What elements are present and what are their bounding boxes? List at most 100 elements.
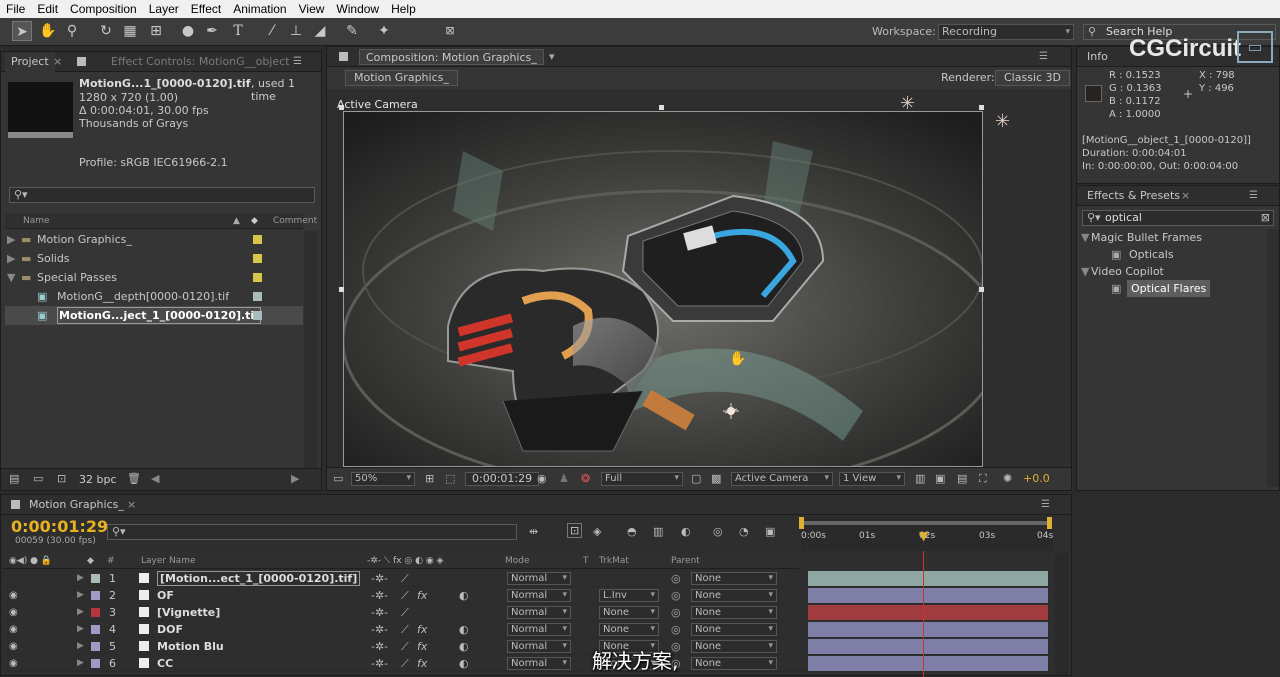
layer-row[interactable]: ◉ ▶ 3 [Vignette] -✲- ⟋ Normal None ◎ None (3, 604, 1053, 621)
motion-blur-icon[interactable]: ◐ (681, 525, 691, 538)
parent-dropdown[interactable]: None (691, 606, 777, 619)
comp-flowchart-icon[interactable]: ▣ (765, 525, 775, 538)
quality-switch-icon[interactable]: ⟋ (401, 604, 409, 621)
shy-switch-icon[interactable]: -✲- (371, 621, 388, 638)
exposure-value[interactable]: +0.0 (1023, 472, 1050, 485)
layer-duration-bar[interactable] (808, 571, 1048, 586)
lock-icon[interactable] (77, 57, 86, 66)
fx-switch-icon[interactable]: fx (417, 655, 427, 672)
mask-shape-tool-icon[interactable]: ● (178, 21, 198, 41)
safe-zones-icon[interactable]: ⊞ (425, 472, 434, 485)
mode-dropdown[interactable]: Normal (507, 572, 571, 585)
eye-icon[interactable]: ◉ (9, 604, 18, 621)
region-of-interest-icon[interactable]: ▢ (691, 472, 701, 485)
trkmat-dropdown[interactable]: None (599, 606, 659, 619)
label-color[interactable] (253, 273, 262, 282)
shy-switch-icon[interactable]: -✲- (371, 638, 388, 655)
shy-switch-icon[interactable]: -✲- (371, 655, 388, 672)
menu-window[interactable]: Window (330, 2, 385, 16)
expand-arrow-icon[interactable]: ▶ (77, 587, 84, 604)
shy-switch-icon[interactable]: -✲- (371, 570, 388, 587)
quality-switch-icon[interactable]: ⟋ (401, 587, 409, 604)
collapse-arrow-icon[interactable]: ▼ (1081, 229, 1089, 246)
layer-label-color[interactable] (91, 642, 100, 651)
layer-row[interactable]: ◉ ▶ 4 DOF -✲- ⟋ fx ◐ Normal None ◎ None (3, 621, 1053, 638)
transform-handle[interactable] (979, 105, 984, 110)
zoom-tool-icon[interactable]: ⚲ (62, 21, 82, 41)
tab-effects-presets[interactable]: Effects & Presets (1081, 186, 1186, 206)
graph-editor-icon[interactable]: ◎ (713, 525, 723, 538)
layer-duration-bar[interactable] (808, 622, 1048, 637)
trkmat-dropdown[interactable]: L.Inv (599, 589, 659, 602)
list-item[interactable]: ▼ ▬ Special Passes (5, 268, 303, 287)
current-time-display[interactable]: 0:00:01:29 (465, 472, 540, 486)
pickwhip-icon[interactable]: ◎ (671, 587, 681, 604)
timeline-timecode[interactable]: 0:00:01:29 (11, 517, 108, 536)
expand-arrow-icon[interactable]: ▶ (77, 621, 84, 638)
renderer-button[interactable]: Classic 3D (995, 70, 1071, 86)
show-snapshot-icon[interactable]: ♟ (559, 472, 569, 485)
panel-menu-icon[interactable]: ☰ (1039, 51, 1048, 62)
puppet-tool-icon[interactable]: ✦ (374, 21, 394, 41)
mode-dropdown[interactable]: Normal (507, 606, 571, 619)
layer-row[interactable]: ◉▶6CC-✲-⟋fx◐NormalNone◎None (3, 655, 1053, 672)
transform-handle[interactable] (979, 287, 984, 292)
layer-row[interactable]: ◉ ▶ 2 OF -✲- ⟋ fx ◐ Normal L.Inv ◎ None (3, 587, 1053, 604)
adjustment-layer-icon[interactable]: ◐ (459, 655, 469, 672)
channel-icon[interactable]: ❂ (581, 472, 590, 485)
expand-arrow-icon[interactable]: ▶ (77, 570, 84, 587)
pen-tool-icon[interactable]: ✒ (202, 21, 222, 41)
sort-up-icon[interactable]: ▲ (233, 213, 240, 229)
layer-label-color[interactable] (91, 574, 100, 583)
expand-arrow-icon[interactable]: ▶ (77, 655, 84, 672)
parent-dropdown[interactable]: None (691, 640, 777, 653)
hand-tool-icon[interactable]: ✋ (38, 21, 58, 41)
work-area-end[interactable] (1047, 517, 1052, 529)
3d-view-dropdown[interactable]: Active Camera (731, 472, 833, 486)
exposure-icon[interactable]: ✺ (1003, 472, 1012, 485)
layer-duration-bar[interactable] (808, 639, 1048, 654)
effect-item[interactable]: ▣ Optical Flares (1079, 280, 1265, 297)
camera-tool-icon[interactable]: ▦ (120, 21, 140, 41)
eye-icon[interactable]: ◉ (9, 621, 18, 638)
eye-icon[interactable]: ◉ (9, 638, 18, 655)
expand-arrow-icon[interactable]: ▶ (77, 638, 84, 655)
transparency-grid-icon[interactable]: ▩ (711, 472, 721, 485)
adjustment-layer-icon[interactable]: ◐ (459, 621, 469, 638)
cube-icon[interactable]: ◈ (593, 525, 601, 538)
trash-icon[interactable]: 🗑 (127, 472, 141, 485)
pan-behind-tool-icon[interactable]: ⊞ (146, 21, 166, 41)
panel-menu-icon[interactable]: ☰ (1249, 190, 1258, 201)
new-folder-icon[interactable]: ▭ (33, 472, 43, 485)
fx-switch-icon[interactable]: fx (417, 587, 427, 604)
tab-info[interactable]: Info (1081, 47, 1114, 67)
parent-dropdown[interactable]: None (691, 572, 777, 585)
layer-name[interactable]: [Vignette] (157, 604, 220, 621)
layer-row[interactable]: ▶ 1 [Motion...ect_1_[0000-0120].tif] -✲- ⟋ No… (3, 570, 1053, 587)
project-scrollbar[interactable] (304, 231, 318, 469)
pickwhip-icon[interactable]: ◎ (671, 570, 681, 587)
tab-effect-controls[interactable]: Effect Controls: MotionG__object (105, 52, 296, 72)
tab-composition[interactable]: Composition: Motion Graphics_ (359, 49, 544, 65)
layer-name[interactable]: DOF (157, 621, 183, 638)
interpret-footage-icon[interactable]: ▤ (9, 472, 19, 485)
selection-tool-icon[interactable]: ➤ (12, 21, 32, 41)
roto-brush-tool-icon[interactable]: ✎ (342, 21, 362, 41)
resolution-dropdown[interactable]: Full (601, 472, 683, 486)
layer-label-color[interactable] (91, 591, 100, 600)
list-item[interactable]: ▶ ▬ Motion Graphics_ (5, 230, 303, 249)
list-item[interactable]: ▣ MotionG__depth[0000-0120].tif (5, 287, 303, 306)
layer-label-color[interactable] (91, 625, 100, 634)
eye-icon[interactable]: ◉ (9, 655, 18, 672)
scroll-right-icon[interactable]: ▶ (291, 472, 299, 485)
mode-dropdown[interactable]: Normal (507, 589, 571, 602)
transform-handle[interactable] (339, 105, 344, 110)
view-layout-dropdown[interactable]: 1 View (839, 472, 905, 486)
effects-scrollbar[interactable] (1267, 229, 1279, 487)
frame-blending-icon[interactable]: ▥ (653, 525, 663, 538)
layer-label-color[interactable] (91, 659, 100, 668)
effects-search-input[interactable]: ⚲▾ optical ⊠ (1082, 210, 1274, 226)
quality-switch-icon[interactable]: ⟋ (401, 655, 409, 672)
layer-duration-bar[interactable] (808, 605, 1048, 620)
layer-name[interactable]: OF (157, 587, 174, 604)
